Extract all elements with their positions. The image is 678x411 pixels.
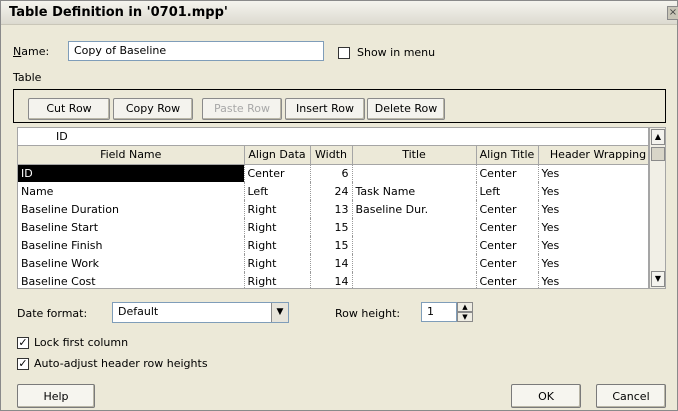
col-header-wrapping[interactable]: Header Wrapping xyxy=(538,146,648,165)
cell-align-data[interactable]: Right xyxy=(244,218,311,236)
row-toolbar: Cut Row Copy Row Paste Row Insert Row De… xyxy=(13,89,666,123)
cut-row-button[interactable]: Cut Row xyxy=(28,98,110,120)
spin-down-icon[interactable]: ▼ xyxy=(457,312,473,322)
col-width[interactable]: Width xyxy=(310,146,353,165)
title-bar: Table Definition in '0701.mpp' × xyxy=(1,1,678,25)
lock-first-column-checkbox[interactable]: ✓ xyxy=(17,337,29,349)
show-in-menu-label: Show in menu xyxy=(357,46,436,59)
date-format-value: Default xyxy=(118,305,159,318)
table-definition-dialog: Table Definition in '0701.mpp' × Name: C… xyxy=(0,0,678,411)
cell-width[interactable]: 14 xyxy=(310,254,353,272)
cell-align-title[interactable]: Center xyxy=(476,218,539,236)
cell-width[interactable]: 24 xyxy=(310,182,353,200)
delete-row-button[interactable]: Delete Row xyxy=(367,98,445,120)
cell-align-title[interactable]: Left xyxy=(476,182,539,200)
cell-align-data[interactable]: Center xyxy=(244,164,311,182)
cell-align-data[interactable]: Left xyxy=(244,182,311,200)
col-align-data[interactable]: Align Data xyxy=(244,146,311,165)
table-section-label: Table xyxy=(13,71,42,84)
table-row[interactable]: Baseline Work Right 14 Center Yes xyxy=(18,254,648,272)
cell-field-name[interactable]: Baseline Work xyxy=(18,254,245,272)
cell-width[interactable]: 14 xyxy=(310,272,353,288)
cancel-button[interactable]: Cancel xyxy=(596,384,666,408)
scroll-thumb[interactable] xyxy=(651,147,665,161)
name-input[interactable]: Copy of Baseline xyxy=(68,41,324,61)
cell-title[interactable] xyxy=(352,236,477,254)
table-header-row: Field Name Align Data Width Title Align … xyxy=(18,146,648,165)
cell-field-name[interactable]: Name xyxy=(18,182,245,200)
cell-title[interactable] xyxy=(352,164,477,182)
cell-field-name[interactable]: Baseline Cost xyxy=(18,272,245,288)
cell-edit-value: ID xyxy=(56,130,68,143)
row-height-label: Row height: xyxy=(335,307,401,320)
cell-header-wrapping[interactable]: Yes xyxy=(538,182,648,200)
auto-adjust-label: Auto-adjust header row heights xyxy=(34,357,208,370)
col-align-title[interactable]: Align Title xyxy=(476,146,539,165)
help-button[interactable]: Help xyxy=(17,384,95,408)
table-row[interactable]: Baseline Cost Right 14 Center Yes xyxy=(18,272,648,288)
cell-title[interactable] xyxy=(352,272,477,288)
grid-scrollbar[interactable]: ▲ ▼ xyxy=(649,127,666,289)
date-format-label: Date format: xyxy=(17,307,88,320)
insert-row-button[interactable]: Insert Row xyxy=(285,98,365,120)
spin-up-icon[interactable]: ▲ xyxy=(457,302,473,312)
cell-title[interactable] xyxy=(352,254,477,272)
cell-align-title[interactable]: Center xyxy=(476,236,539,254)
show-in-menu-checkbox[interactable] xyxy=(338,47,350,59)
cell-field-name[interactable]: Baseline Duration xyxy=(18,200,245,218)
cell-title[interactable]: Task Name xyxy=(352,182,477,200)
chevron-down-icon[interactable]: ▼ xyxy=(271,303,288,322)
date-format-select[interactable]: Default ▼ xyxy=(112,302,289,323)
field-table: Field Name Align Data Width Title Align … xyxy=(18,146,648,288)
field-grid[interactable]: Field Name Align Data Width Title Align … xyxy=(17,145,649,289)
cell-align-title[interactable]: Center xyxy=(476,254,539,272)
auto-adjust-checkbox[interactable]: ✓ xyxy=(17,358,29,370)
cell-header-wrapping[interactable]: Yes xyxy=(538,254,648,272)
cell-edit-bar[interactable]: ID xyxy=(17,127,649,145)
name-label: Name: xyxy=(13,45,50,58)
cell-align-data[interactable]: Right xyxy=(244,236,311,254)
table-row[interactable]: Name Left 24 Task Name Left Yes xyxy=(18,182,648,200)
table-row[interactable]: Baseline Duration Right 13 Baseline Dur.… xyxy=(18,200,648,218)
cell-align-data[interactable]: Right xyxy=(244,200,311,218)
table-row[interactable]: Baseline Finish Right 15 Center Yes xyxy=(18,236,648,254)
dialog-title: Table Definition in '0701.mpp' xyxy=(9,5,228,20)
name-label-rest: ame: xyxy=(21,45,50,58)
table-row[interactable]: ID Center 6 Center Yes xyxy=(18,164,648,182)
cell-align-title[interactable]: Center xyxy=(476,272,539,288)
col-title[interactable]: Title xyxy=(352,146,477,165)
cell-title[interactable]: Baseline Dur. xyxy=(352,200,477,218)
cell-header-wrapping[interactable]: Yes xyxy=(538,200,648,218)
cell-field-name[interactable]: Baseline Start xyxy=(18,218,245,236)
cell-align-title[interactable]: Center xyxy=(476,200,539,218)
scroll-down-icon[interactable]: ▼ xyxy=(651,271,665,287)
paste-row-button[interactable]: Paste Row xyxy=(202,98,282,120)
cell-title[interactable] xyxy=(352,218,477,236)
col-field-name[interactable]: Field Name xyxy=(18,146,245,165)
table-row[interactable]: Baseline Start Right 15 Center Yes xyxy=(18,218,648,236)
cell-align-data[interactable]: Right xyxy=(244,272,311,288)
cell-width[interactable]: 6 xyxy=(310,164,353,182)
cell-width[interactable]: 15 xyxy=(310,236,353,254)
cell-field-name[interactable]: ID xyxy=(18,164,245,182)
cell-align-data[interactable]: Right xyxy=(244,254,311,272)
cell-width[interactable]: 13 xyxy=(310,200,353,218)
cell-field-name[interactable]: Baseline Finish xyxy=(18,236,245,254)
row-height-input[interactable]: 1 xyxy=(421,302,457,322)
cell-header-wrapping[interactable]: Yes xyxy=(538,272,648,288)
cell-header-wrapping[interactable]: Yes xyxy=(538,164,648,182)
close-icon[interactable]: × xyxy=(667,6,678,20)
copy-row-button[interactable]: Copy Row xyxy=(113,98,193,120)
cell-align-title[interactable]: Center xyxy=(476,164,539,182)
lock-first-column-label: Lock first column xyxy=(34,336,129,349)
cell-header-wrapping[interactable]: Yes xyxy=(538,236,648,254)
ok-button[interactable]: OK xyxy=(511,384,581,408)
cell-header-wrapping[interactable]: Yes xyxy=(538,218,648,236)
scroll-up-icon[interactable]: ▲ xyxy=(651,129,665,145)
cell-width[interactable]: 15 xyxy=(310,218,353,236)
